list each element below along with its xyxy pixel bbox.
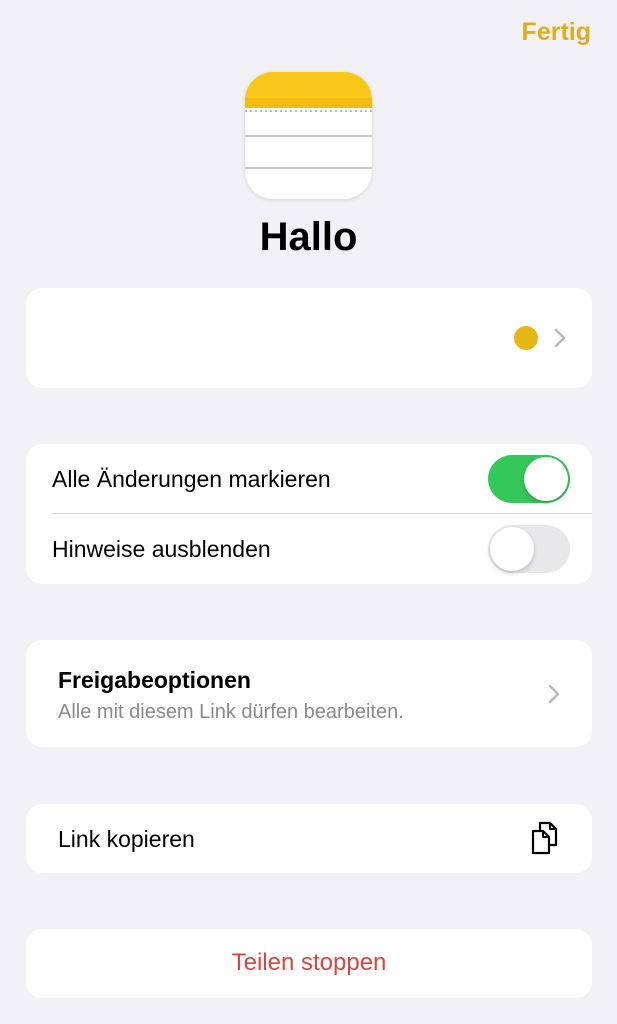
stop-sharing-button[interactable]: Teilen stoppen xyxy=(26,929,592,998)
note-title: Hallo xyxy=(259,215,358,259)
highlight-all-changes-label: Alle Änderungen markieren xyxy=(52,466,331,492)
hide-alerts-label: Hinweise ausblenden xyxy=(52,536,271,562)
share-options-subtitle: Alle mit diesem Link dürfen bearbeiten. xyxy=(58,701,404,723)
copy-document-icon xyxy=(531,821,558,855)
highlight-all-changes-row: Alle Änderungen markieren xyxy=(26,444,592,514)
highlight-color-row[interactable] xyxy=(26,288,592,388)
highlight-color-dot xyxy=(514,326,538,350)
copy-link-row[interactable]: Link kopieren xyxy=(26,804,592,873)
share-options-title: Freigabeoptionen xyxy=(58,667,251,693)
settings-group: Alle Änderungen markieren Hinweise ausbl… xyxy=(26,444,592,584)
hide-alerts-toggle[interactable] xyxy=(488,525,570,573)
chevron-right-icon xyxy=(554,328,566,348)
copy-link-label: Link kopieren xyxy=(58,826,195,852)
done-button[interactable]: Fertig xyxy=(522,18,591,47)
toggle-knob xyxy=(524,457,568,501)
toggle-knob xyxy=(490,527,534,571)
hide-alerts-row: Hinweise ausblenden xyxy=(26,514,592,584)
stop-sharing-label: Teilen stoppen xyxy=(231,949,387,976)
share-options-row[interactable]: Freigabeoptionen Alle mit diesem Link dü… xyxy=(26,640,592,747)
notes-app-icon xyxy=(245,72,372,199)
highlight-all-changes-toggle[interactable] xyxy=(488,455,570,503)
chevron-right-icon xyxy=(548,684,560,704)
